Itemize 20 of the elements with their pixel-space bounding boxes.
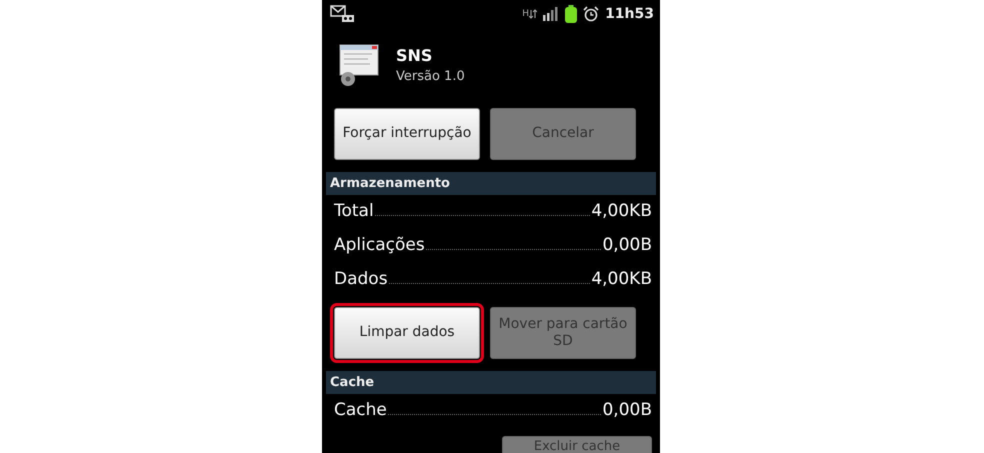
app-name: SNS <box>396 46 434 65</box>
battery-icon <box>565 5 578 23</box>
app-version: Versão 1.0 <box>396 69 465 84</box>
action-button[interactable]: Forçar interrupção <box>334 108 480 160</box>
data-arrows-icon <box>529 9 538 19</box>
row-label: Aplicações <box>334 235 425 255</box>
row-value: 4,00KB <box>591 201 652 221</box>
network-type: H <box>522 9 530 19</box>
section-header: Armazenamento <box>326 172 656 195</box>
mail-voicemail-icon <box>330 5 356 23</box>
row-value: 0,00B <box>602 400 652 420</box>
alarm-clock-icon <box>583 6 600 22</box>
section-header: Cache <box>326 371 656 394</box>
row-value: 4,00KB <box>591 269 652 289</box>
row-label: Dados <box>334 269 388 289</box>
row-value: 0,00B <box>602 235 652 255</box>
row-label: Cache <box>334 400 387 420</box>
row-label: Total <box>334 201 374 221</box>
clock-time: 11h53 <box>605 6 654 22</box>
signal-icon <box>543 7 560 21</box>
